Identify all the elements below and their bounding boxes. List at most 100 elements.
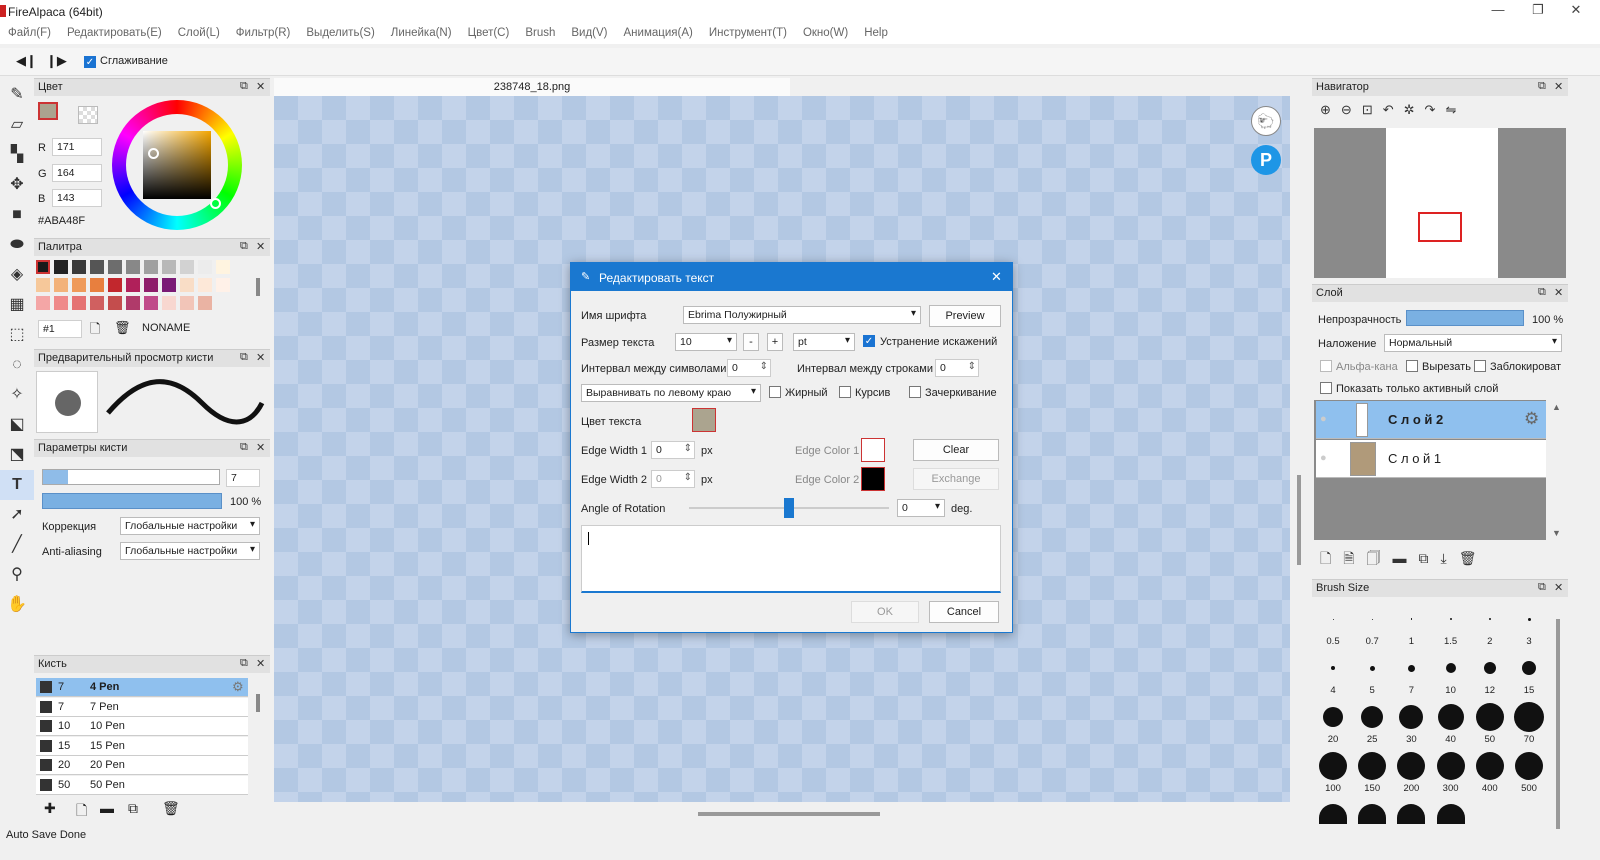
fill-rect-tool-icon[interactable]: ■	[0, 200, 34, 230]
brush-size-dot[interactable]	[1483, 662, 1496, 674]
palette-swatch[interactable]	[126, 296, 140, 310]
close-icon[interactable]: ✕	[1554, 286, 1563, 299]
brush-settings-icon[interactable]: ⚙	[232, 679, 244, 695]
menu-help[interactable]: Help	[856, 24, 896, 39]
operation-tool-icon[interactable]: ➚	[0, 500, 34, 530]
brush-size-scrollbar[interactable]	[1556, 619, 1560, 829]
palette-swatch[interactable]	[36, 278, 50, 292]
visibility-icon[interactable]: ●	[1320, 452, 1327, 464]
preview-button[interactable]: Preview	[929, 305, 1001, 327]
brush-size-dot[interactable]	[1437, 704, 1464, 730]
rotation-slider-thumb[interactable]	[784, 498, 794, 518]
merge-down-icon[interactable]: ⤓	[1441, 550, 1447, 566]
lasso-tool-icon[interactable]: ◌	[0, 350, 34, 380]
close-icon[interactable]: ✕	[256, 80, 265, 93]
close-icon[interactable]: ✕	[1554, 80, 1563, 93]
edge1-input[interactable]: 0	[651, 441, 695, 459]
palette-swatch[interactable]	[54, 278, 68, 292]
align-select[interactable]: Выравнивать по левому краю	[581, 384, 761, 402]
palette-scrollbar[interactable]	[256, 278, 260, 296]
blend-select[interactable]: Нормальный	[1384, 334, 1562, 352]
brush-item[interactable]: 20 20 Pen	[36, 756, 248, 776]
brush-size-dot[interactable]	[1515, 752, 1543, 780]
palette-swatch[interactable]	[180, 296, 194, 310]
close-icon[interactable]: ✕	[256, 351, 265, 364]
dialog-close-icon[interactable]: ✕	[991, 269, 1002, 285]
brush-size-dot[interactable]	[1522, 661, 1536, 675]
palette-swatch[interactable]	[54, 296, 68, 310]
navigator-preview[interactable]	[1314, 128, 1566, 278]
maximize-button[interactable]: ❐	[1518, 2, 1558, 22]
menu-ruler[interactable]: Линейка(N)	[383, 24, 460, 39]
prev-icon[interactable]: ◀❙	[16, 53, 37, 69]
palette-swatch[interactable]	[198, 278, 212, 292]
brush-size-dot[interactable]	[1475, 703, 1504, 731]
delete-layer-icon[interactable]: 🗑	[1459, 550, 1477, 566]
select-eraser-icon[interactable]: ⬔	[0, 440, 34, 470]
layer-opacity-slider[interactable]	[1406, 310, 1524, 326]
ok-button[interactable]: OK	[851, 601, 919, 623]
float-icon[interactable]: ⧉	[240, 657, 248, 670]
brush-size-value[interactable]: 7	[226, 469, 260, 487]
brush-size-dot[interactable]	[1445, 663, 1456, 673]
lock-checkbox[interactable]	[1474, 360, 1486, 372]
palette-swatch[interactable]	[72, 278, 86, 292]
rotation-select[interactable]: 0	[897, 499, 945, 517]
palette-swatch[interactable]	[126, 278, 140, 292]
visibility-icon[interactable]: ●	[1320, 413, 1327, 425]
bucket-tool-icon[interactable]: ◈	[0, 260, 34, 290]
float-icon[interactable]: ⧉	[240, 80, 248, 93]
canvas-hscroll[interactable]	[698, 812, 880, 816]
menu-layer[interactable]: Слой(L)	[170, 24, 228, 39]
delete-palette-icon[interactable]: 🗑	[114, 320, 131, 336]
brush-size-dot[interactable]	[1475, 752, 1504, 780]
palette-swatch[interactable]	[162, 278, 176, 292]
brush-size-dot[interactable]	[1436, 804, 1465, 824]
brush-item[interactable]: 15 15 Pen	[36, 736, 248, 756]
close-icon[interactable]: ✕	[1554, 581, 1563, 594]
pixiv-icon[interactable]: P	[1251, 145, 1281, 175]
brush-size-dot[interactable]	[1514, 702, 1544, 732]
correction-select[interactable]: Глобальные настройки	[120, 517, 260, 535]
layer-row-2[interactable]: ● С л о й 2 ⚙	[1316, 401, 1546, 439]
clip-checkbox[interactable]	[1406, 360, 1418, 372]
edgecolor2-swatch[interactable]	[861, 467, 885, 491]
palette-swatch[interactable]	[144, 260, 158, 274]
float-icon[interactable]: ⧉	[240, 240, 248, 253]
text-tool-icon[interactable]: T	[0, 470, 34, 500]
palette-swatch[interactable]	[144, 296, 158, 310]
palette-swatch[interactable]	[144, 278, 158, 292]
palette-swatch[interactable]	[72, 296, 86, 310]
menu-tool[interactable]: Инструмент(T)	[701, 24, 795, 39]
pen-tool-icon[interactable]: ✎	[0, 80, 34, 110]
alpha-lock-checkbox[interactable]	[1320, 360, 1332, 372]
antialias-dialog-checkbox[interactable]: ✓	[863, 335, 875, 347]
brush-item[interactable]: 7 4 Pen ⚙	[36, 678, 248, 697]
exchange-button[interactable]: Exchange	[913, 468, 999, 490]
brush-size-dot[interactable]	[1371, 618, 1373, 620]
new-palette-icon[interactable]: 🗋	[90, 320, 100, 342]
clear-button[interactable]: Clear	[913, 439, 999, 461]
line-spacing-input[interactable]: 0	[935, 359, 979, 377]
g-input[interactable]: 164	[52, 164, 102, 182]
layer-scroll-up-icon[interactable]: ▲	[1552, 402, 1561, 412]
hue-cursor[interactable]	[210, 198, 221, 209]
brush-size-dot[interactable]	[1358, 752, 1387, 780]
palette-swatch[interactable]	[216, 278, 230, 292]
hand-tool-icon[interactable]: ✋	[0, 590, 34, 620]
brush-size-dot[interactable]	[1369, 665, 1375, 671]
menu-color[interactable]: Цвет(C)	[460, 24, 518, 39]
brush-folder-icon[interactable]: ▬	[100, 800, 114, 816]
menu-animation[interactable]: Анимация(A)	[616, 24, 701, 39]
brush-opacity-slider[interactable]	[42, 493, 222, 509]
menu-select[interactable]: Выделить(S)	[298, 24, 382, 39]
palette-swatch[interactable]	[36, 296, 50, 310]
palette-number-select[interactable]: #1	[38, 320, 82, 338]
layer-row-1[interactable]: ● С л о й 1	[1316, 440, 1546, 478]
cancel-button[interactable]: Cancel	[929, 601, 999, 623]
size-plus-button[interactable]: +	[767, 333, 783, 351]
eyedropper-icon[interactable]: ⚲	[0, 560, 34, 590]
brush-size-dot[interactable]	[1319, 804, 1347, 824]
font-select[interactable]: Ebrima Полужирный	[683, 306, 921, 324]
saturation-square[interactable]	[143, 131, 211, 199]
